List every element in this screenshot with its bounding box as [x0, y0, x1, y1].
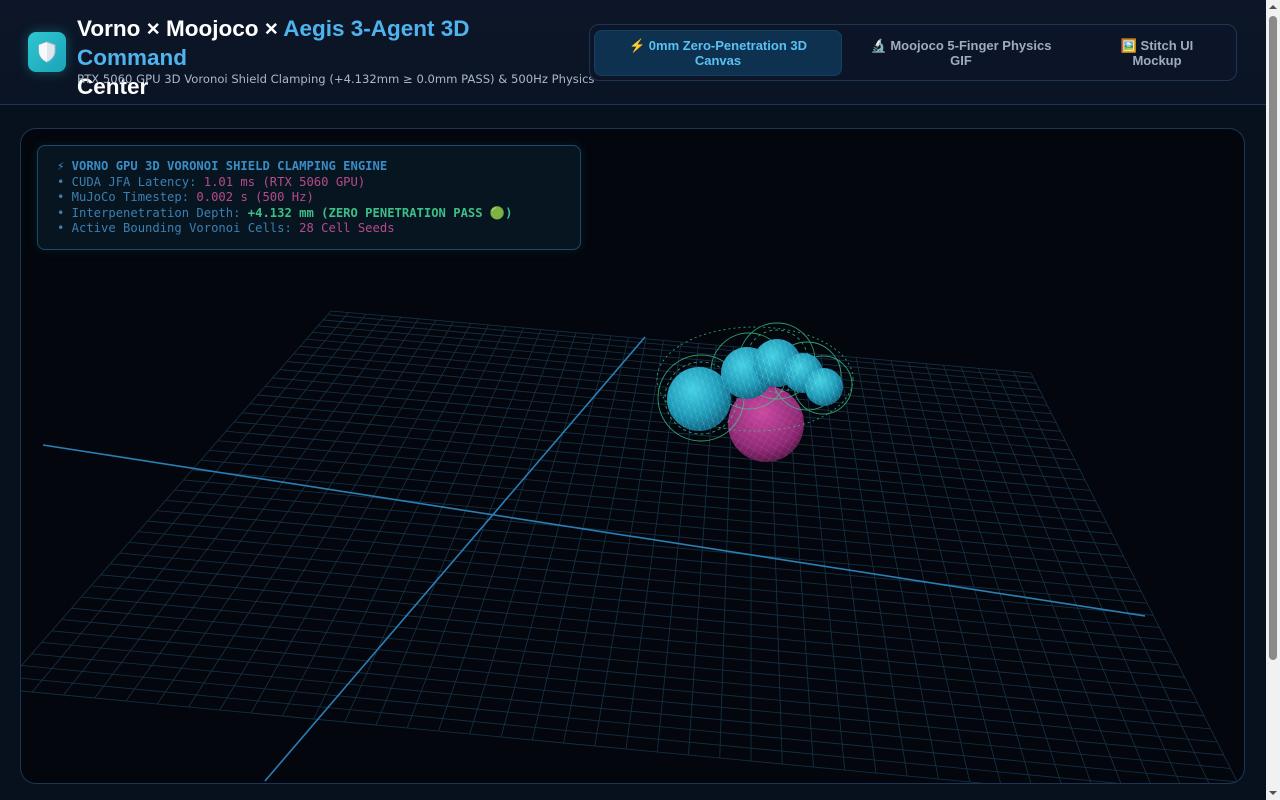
grid-line [61, 619, 1211, 730]
hud-title: ⚡ VORNO GPU 3D VORONOI SHIELD CLAMPING E… [57, 159, 388, 173]
hud-row-timestep: • MuJoCo Timestep: 0.002 s (500 Hz) [57, 190, 580, 206]
scroll-down-arrow-icon[interactable] [1266, 786, 1280, 800]
grid-line [1030, 372, 1239, 783]
tab-label: 🖼️ Stitch UI Mockup [1120, 38, 1194, 68]
engine-stats-panel: ⚡ VORNO GPU 3D VORONOI SHIELD CLAMPING E… [37, 145, 581, 250]
app-logo [28, 32, 66, 72]
grid-line [960, 366, 1122, 783]
tab-moojoco-physics-gif[interactable]: 🔬 Moojoco 5-Finger Physics GIF [852, 30, 1070, 76]
tab-stitch-ui-mockup[interactable]: 🖼️ Stitch UI Mockup [1080, 30, 1234, 76]
view-tabs: ⚡ 0mm Zero-Penetration 3D Canvas 🔬 Moojo… [589, 24, 1237, 81]
scroll-up-arrow-icon[interactable] [1266, 0, 1280, 14]
finger-mesh [805, 368, 843, 406]
hud-value-pass: +4.132 mm (ZERO PENETRATION PASS 🟢) [247, 205, 513, 220]
tab-zero-penetration-canvas[interactable]: ⚡ 0mm Zero-Penetration 3D Canvas [594, 30, 842, 76]
page-scrollbar[interactable] [1266, 0, 1280, 800]
page-title: Vorno × Moojoco × Aegis 3-Agent 3D Comma… [77, 14, 582, 101]
hand-model [656, 322, 854, 462]
hud-label: • Active Bounding Voronoi Cells: [57, 221, 300, 236]
shield-icon [38, 41, 56, 63]
floor-axes [42, 336, 1146, 782]
hud-label: • MuJoCo Timestep: [57, 190, 197, 205]
grid-line [995, 369, 1181, 783]
tab-label: ⚡ 0mm Zero-Penetration 3D Canvas [628, 38, 807, 68]
hud-row-latency: • CUDA JFA Latency: 1.01 ms (RTX 5060 GP… [57, 175, 580, 191]
hud-label: • Interpenetration Depth: [57, 205, 248, 220]
floor-grid [21, 310, 1239, 783]
hud-row-voronoi-cells: • Active Bounding Voronoi Cells: 28 Cell… [57, 221, 580, 237]
grid-line [41, 641, 1224, 756]
app-header: Vorno × Moojoco × Aegis 3-Agent 3D Comma… [0, 0, 1266, 105]
hud-row-penetration: • Interpenetration Depth: +4.132 mm (ZER… [57, 206, 580, 222]
tab-label: 🔬 Moojoco 5-Finger Physics GIF [870, 38, 1052, 68]
grid-line [21, 677, 1119, 783]
page-subtitle: RTX 5060 GPU 3D Voronoi Shield Clamping … [77, 72, 595, 86]
hud-label: • CUDA JFA Latency: [57, 174, 204, 189]
scrollbar-thumb[interactable] [1269, 16, 1277, 660]
grid-line [51, 630, 1218, 743]
grid-line [21, 665, 1238, 783]
grid-line [31, 653, 1231, 769]
hud-value: 28 Cell Seeds [299, 221, 395, 236]
grid-line [873, 358, 971, 783]
title-main: Vorno × Moojoco × [77, 16, 284, 41]
hud-value: 0.002 s (500 Hz) [196, 190, 314, 205]
hud-value: 1.01 ms (RTX 5060 GPU) [203, 174, 366, 189]
